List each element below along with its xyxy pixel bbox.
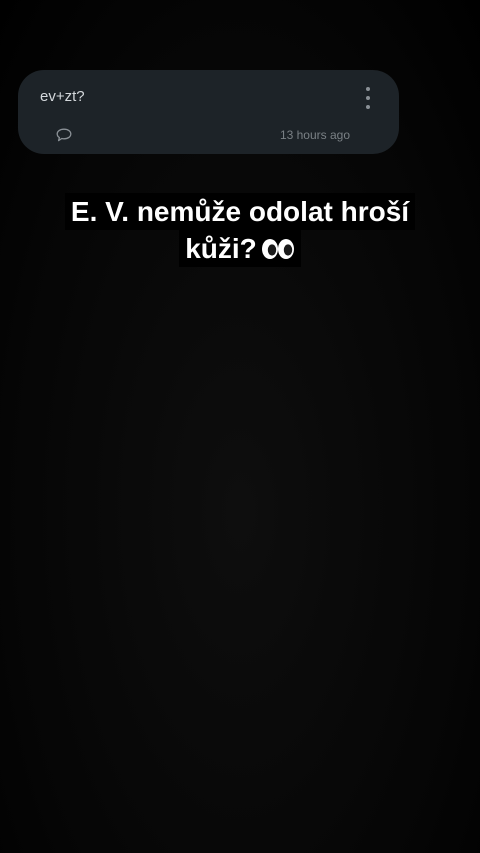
caption-line-1: E. V. nemůže odolat hroší	[64, 193, 416, 230]
eyes-emoji-icon	[261, 238, 294, 259]
screen: ev+zt? 13 hours ago E. V. nemůže odolat …	[0, 0, 480, 853]
caption-line-2: kůži?	[185, 233, 257, 264]
timestamp: 13 hours ago	[279, 128, 350, 142]
caption-overlay: E. V. nemůže odolat hroší kůži?	[0, 193, 480, 267]
comment-text: ev+zt?	[40, 88, 85, 105]
comment-bubble-icon[interactable]	[56, 128, 72, 142]
comment-card[interactable]: ev+zt? 13 hours ago	[18, 70, 399, 154]
more-dot	[366, 96, 370, 100]
more-dot	[366, 105, 370, 109]
caption-line-2-wrapper: kůži?	[179, 230, 301, 267]
more-options-icon[interactable]	[363, 87, 373, 109]
more-dot	[366, 87, 370, 91]
